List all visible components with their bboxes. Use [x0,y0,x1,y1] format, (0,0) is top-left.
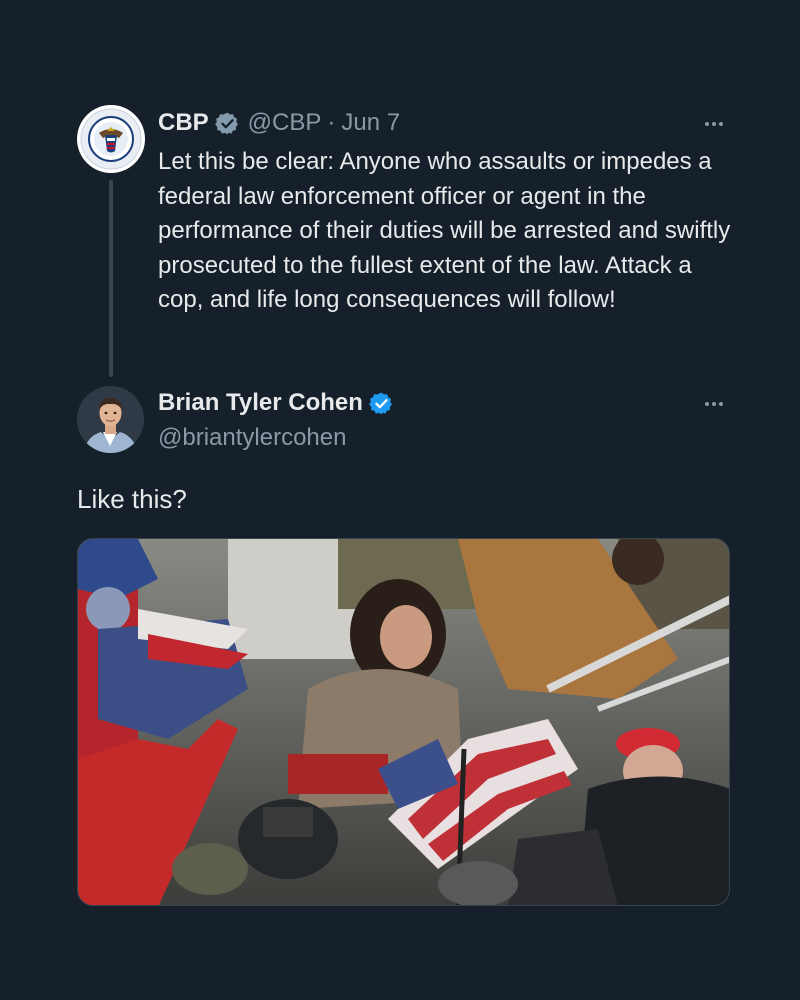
header-separator: · [327,109,336,136]
blue-check-icon [369,391,394,416]
cbp-avatar[interactable] [77,105,145,173]
reply-tweet-text: Like this? [77,484,187,514]
tweet-thread-screenshot: CBP @CBP · Jun 7 Let this be clear: Anyo… [0,0,800,1000]
reply-author-handle[interactable]: @briantylercohen [158,423,346,453]
quoted-tweet-text: Let this be clear: Anyone who assaults o… [158,148,731,313]
quoted-tweet-header: CBP @CBP · Jun 7 [158,108,400,138]
quoted-tweet-date[interactable]: Jun 7 [341,108,400,138]
crowd-photo-image[interactable] [77,538,730,906]
reply-author-avatar[interactable] [77,386,144,453]
more-options-icon[interactable] [694,392,734,416]
gray-check-icon [214,111,240,136]
reply-author-name[interactable]: Brian Tyler Cohen [158,388,363,418]
more-options-icon[interactable] [694,112,734,136]
thread-connector-line [109,180,113,377]
quoted-author-name[interactable]: CBP [158,108,209,138]
reply-tweet-header: Brian Tyler Cohen [158,388,402,418]
quoted-author-handle[interactable]: @CBP [248,108,322,138]
